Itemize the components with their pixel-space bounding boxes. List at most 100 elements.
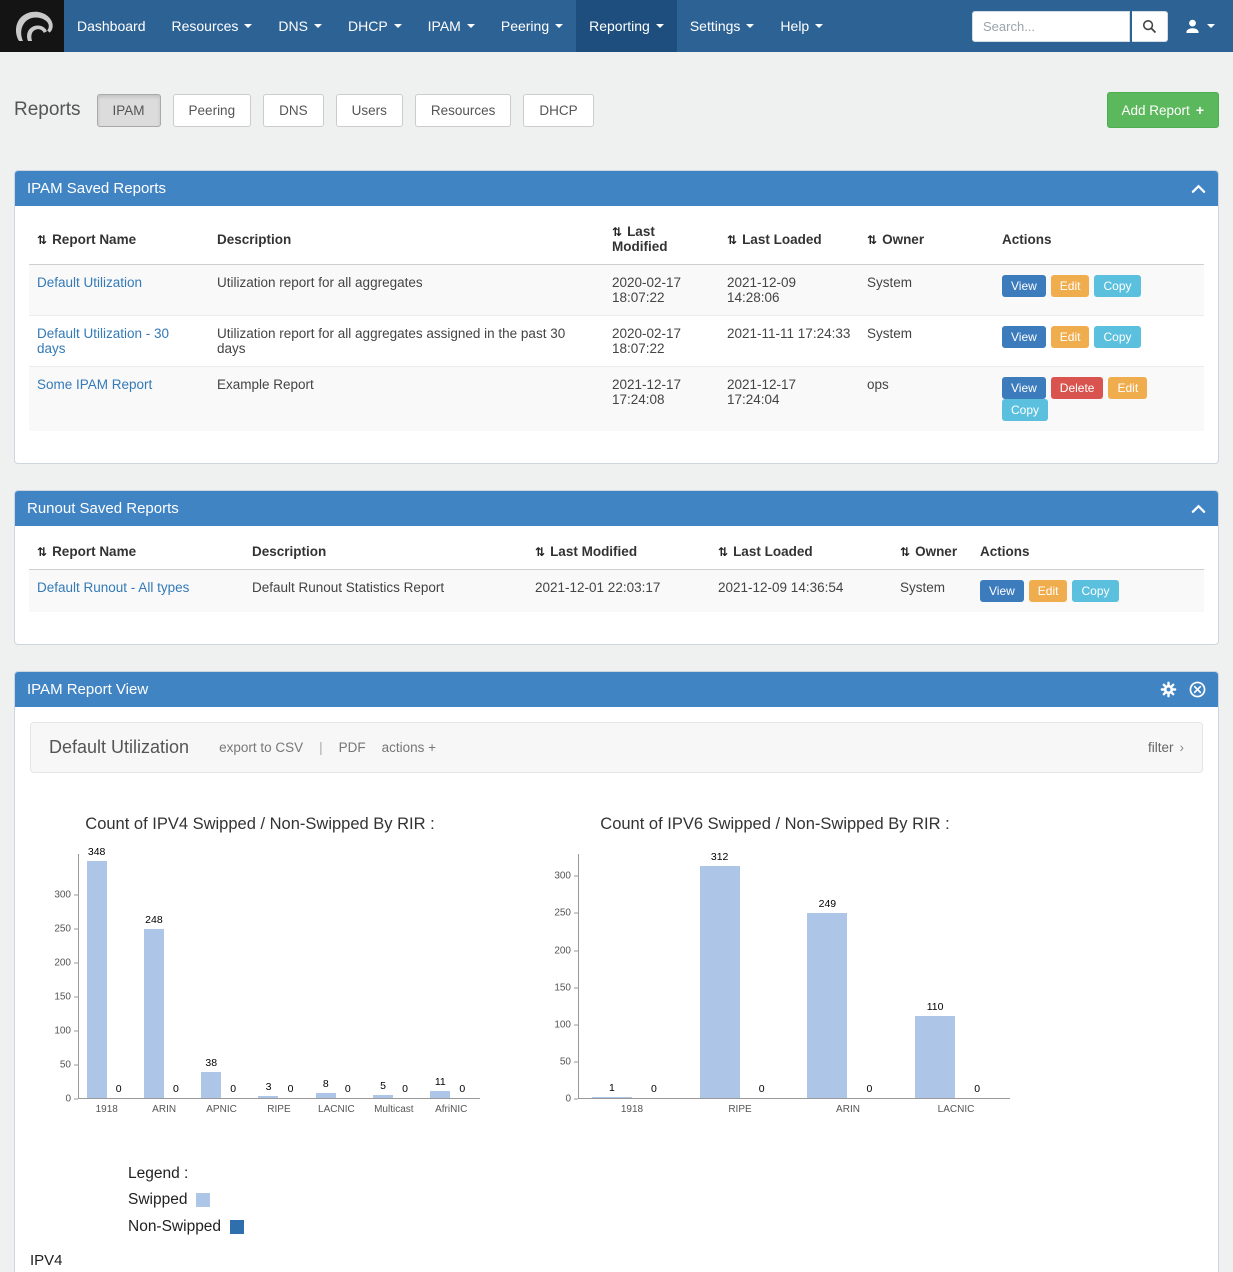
nav-item-ipam[interactable]: IPAM <box>415 0 488 52</box>
edit-button[interactable]: Edit <box>1108 377 1147 399</box>
settings-button[interactable] <box>1160 681 1177 698</box>
column-label: Report Name <box>52 232 136 247</box>
app-logo[interactable] <box>0 0 64 52</box>
nav-item-resources[interactable]: Resources <box>159 0 266 52</box>
copy-button[interactable]: Copy <box>1072 580 1118 602</box>
bar-value-label: 0 <box>866 1083 872 1095</box>
legend-label: Swipped <box>128 1191 187 1209</box>
column-label: Owner <box>882 232 924 247</box>
collapse-button[interactable] <box>1191 503 1206 514</box>
column-header-last-modified[interactable]: ⇅Last Modified <box>604 214 719 265</box>
nav-item-dns[interactable]: DNS <box>265 0 335 52</box>
sort-icon: ⇅ <box>867 233 877 247</box>
bar-swipped <box>700 866 740 1098</box>
gear-icon <box>1160 681 1177 698</box>
chart-1: Count of IPV6 Swipped / Non-Swipped By R… <box>540 815 1010 1115</box>
tab-dns[interactable]: DNS <box>263 94 324 127</box>
legend-swatch <box>196 1193 210 1207</box>
view-button[interactable]: View <box>980 580 1024 602</box>
collapse-button[interactable] <box>1191 183 1206 194</box>
column-header-last-modified[interactable]: ⇅Last Modified <box>527 534 710 570</box>
y-tick: 300 <box>54 889 78 900</box>
report-description: Example Report <box>209 367 604 432</box>
nav-item-settings[interactable]: Settings <box>677 0 768 52</box>
bar-group-afrinic: 110 <box>430 854 472 1098</box>
x-axis-label: 1918 <box>591 1104 673 1115</box>
column-label: Last Loaded <box>742 232 822 247</box>
table-row: Default Runout - All typesDefault Runout… <box>29 570 1204 613</box>
panel-title: Runout Saved Reports <box>27 500 179 517</box>
export-pdf-link[interactable]: PDF <box>339 740 366 755</box>
y-tick: 0 <box>65 1094 78 1105</box>
caret-down-icon <box>746 24 754 28</box>
legend-title: Legend : <box>128 1165 1203 1183</box>
sort-icon: ⇅ <box>612 225 622 239</box>
column-header-actions: Actions <box>972 534 1204 570</box>
edit-button[interactable]: Edit <box>1051 326 1090 348</box>
report-name-link[interactable]: Default Runout - All types <box>37 580 189 595</box>
report-name-link[interactable]: Some IPAM Report <box>37 377 152 392</box>
owner: System <box>859 265 994 316</box>
charts-row: Count of IPV4 Swipped / Non-Swipped By R… <box>40 815 1203 1115</box>
delete-button[interactable]: Delete <box>1051 377 1104 399</box>
tab-dhcp[interactable]: DHCP <box>523 94 593 127</box>
add-report-button[interactable]: Add Report+ <box>1107 92 1219 128</box>
edit-button[interactable]: Edit <box>1029 580 1068 602</box>
y-tick: 300 <box>554 871 578 882</box>
table-row: Some IPAM ReportExample Report2021-12-17… <box>29 367 1204 432</box>
chevron-right-icon: › <box>1180 740 1185 755</box>
bar-group-arin: 2490 <box>807 854 889 1098</box>
tab-resources[interactable]: Resources <box>415 94 512 127</box>
x-axis-label: LACNIC <box>315 1104 357 1115</box>
search-button[interactable] <box>1132 11 1168 42</box>
column-header-owner[interactable]: ⇅Owner <box>892 534 972 570</box>
view-button[interactable]: View <box>1002 377 1046 399</box>
y-axis: 050100150200250300 <box>40 854 78 1099</box>
copy-button[interactable]: Copy <box>1094 326 1140 348</box>
export-csv-link[interactable]: export to CSV <box>219 740 303 755</box>
y-tick: 250 <box>54 923 78 934</box>
filter-toggle[interactable]: filter› <box>1148 740 1184 755</box>
panel-header: IPAM Saved Reports <box>15 171 1218 206</box>
user-menu[interactable] <box>1168 18 1223 35</box>
tab-users[interactable]: Users <box>336 94 403 127</box>
column-header-report-name[interactable]: ⇅Report Name <box>29 534 244 570</box>
edit-button[interactable]: Edit <box>1051 275 1090 297</box>
last-loaded: 2021-12-09 14:36:54 <box>710 570 892 613</box>
y-tick: 100 <box>554 1019 578 1030</box>
close-button[interactable] <box>1189 681 1206 698</box>
sort-icon: ⇅ <box>37 545 47 559</box>
chart-legend: Legend : Swipped Non-Swipped <box>128 1165 1203 1236</box>
actions-menu[interactable]: actions + <box>382 740 436 755</box>
search-icon <box>1142 19 1157 34</box>
column-header-last-loaded[interactable]: ⇅Last Loaded <box>710 534 892 570</box>
nav-item-help[interactable]: Help <box>767 0 836 52</box>
nav-item-dashboard[interactable]: Dashboard <box>64 0 159 52</box>
search-input[interactable] <box>972 11 1130 42</box>
column-header-last-loaded[interactable]: ⇅Last Loaded <box>719 214 859 265</box>
panel-header: IPAM Report View <box>15 672 1218 707</box>
report-name-link[interactable]: Default Utilization - 30 days <box>37 326 169 356</box>
view-button[interactable]: View <box>1002 326 1046 348</box>
sort-icon: ⇅ <box>37 233 47 247</box>
y-tick: 50 <box>60 1059 78 1070</box>
tab-ipam[interactable]: IPAM <box>97 94 161 127</box>
nav-item-peering[interactable]: Peering <box>488 0 576 52</box>
nav-item-reporting[interactable]: Reporting <box>576 0 677 52</box>
bar-swipped <box>807 913 847 1098</box>
table-row: Default Utilization - 30 daysUtilization… <box>29 316 1204 367</box>
bar-group-1918: 10 <box>592 854 674 1098</box>
runout-saved-reports-panel: Runout Saved Reports ⇅Report NameDescrip… <box>14 490 1219 645</box>
report-name-link[interactable]: Default Utilization <box>37 275 142 290</box>
caret-down-icon <box>815 24 823 28</box>
nav-item-dhcp[interactable]: DHCP <box>335 0 415 52</box>
copy-button[interactable]: Copy <box>1002 399 1048 421</box>
bar-value-label: 0 <box>173 1083 179 1095</box>
x-axis: 1918RIPEARINLACNIC <box>578 1104 1010 1115</box>
tab-peering[interactable]: Peering <box>173 94 252 127</box>
copy-button[interactable]: Copy <box>1094 275 1140 297</box>
legend-item: Non-Swipped <box>128 1218 1203 1236</box>
view-button[interactable]: View <box>1002 275 1046 297</box>
column-header-owner[interactable]: ⇅ Owner <box>859 214 994 265</box>
column-header-report-name[interactable]: ⇅ Report Name <box>29 214 209 265</box>
